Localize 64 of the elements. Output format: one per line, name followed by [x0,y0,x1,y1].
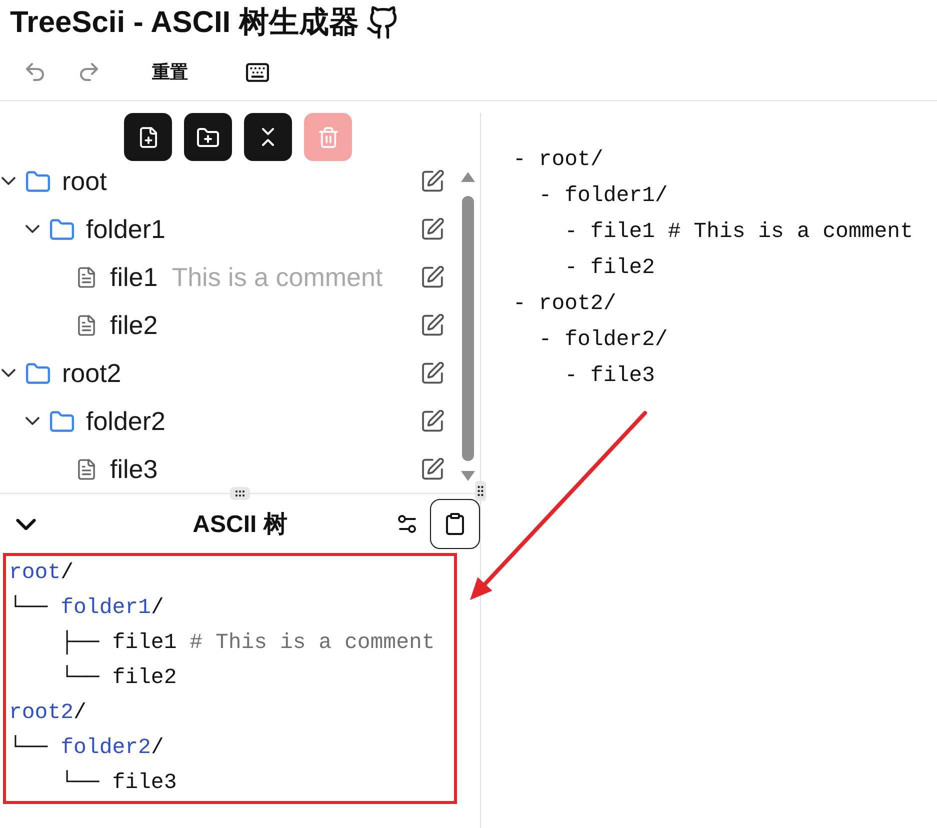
resize-handle[interactable] [230,486,250,500]
folder-icon [50,410,74,432]
copy-button[interactable] [430,499,480,549]
undo-icon [26,63,44,81]
chevron-icon[interactable] [0,369,16,377]
cat-icon [366,6,397,38]
item-name[interactable]: root [62,166,107,196]
folder-icon [26,362,50,384]
edit-button[interactable] [422,170,444,192]
chevron-icon[interactable] [24,417,40,425]
file-icon [78,266,94,288]
app-title: TreeScii - ASCII 树生成器 [10,4,359,40]
edit-button[interactable] [422,410,444,432]
reset-button[interactable]: 重置 [130,54,210,90]
ascii-tree-line: root/ [9,560,74,587]
chevron-icon[interactable] [24,225,40,233]
keyboard-icon [246,62,268,82]
edit-button[interactable] [422,458,444,480]
edit-icon [422,458,444,480]
folder-icon [50,218,74,240]
chevron-icon[interactable] [0,177,16,185]
trash-icon [318,126,338,148]
collapse-all-button[interactable] [244,113,292,161]
edit-icon [422,170,444,192]
edit-icon [422,410,444,432]
new-file-button[interactable] [124,113,172,161]
edit-icon [422,362,444,384]
item-name[interactable]: file3 [110,454,158,484]
item-name[interactable]: folder2 [86,406,166,436]
ascii-tree-line: root2/ [9,700,86,727]
resize-handle[interactable] [475,481,486,501]
folder-plus-icon [197,128,219,146]
item-comment: This is a comment [172,262,383,292]
new-folder-button[interactable] [184,113,232,161]
clipboard-icon [446,513,464,535]
edit-icon [422,314,444,336]
edit-icon [422,218,444,240]
file-icon [78,314,94,336]
redo-icon [80,63,98,81]
item-name[interactable]: folder1 [86,214,166,244]
ascii-tree-line: └── file2 [60,664,177,692]
repository-link[interactable] [366,6,397,38]
item-name[interactable]: root2 [62,358,122,388]
ascii-tree-line: └── folder2/ [9,734,164,762]
scroll-down-icon[interactable] [461,471,475,481]
edit-button[interactable] [422,218,444,240]
item-name[interactable]: file1 [110,262,158,292]
folder-icon [26,170,50,192]
ascii-tree-line: └── file3 [60,769,177,797]
edit-button[interactable] [422,314,444,336]
ascii-tree-line: └── folder1/ [9,594,164,622]
item-name[interactable]: file2 [110,310,158,340]
ascii-tree-line: ├── file1 # This is a comment [60,629,435,657]
sliders-icon[interactable] [398,515,416,533]
edit-icon [422,266,444,288]
chevron-icon[interactable] [16,518,36,530]
collapse-icon [262,128,274,146]
edit-button[interactable] [422,362,444,384]
panel-title: ASCII 树 [192,510,288,540]
file-plus-icon [140,126,156,148]
edit-button[interactable] [422,266,444,288]
file-icon [78,458,94,480]
scrollbar-thumb[interactable] [462,196,474,461]
scroll-up-icon[interactable] [461,172,475,182]
